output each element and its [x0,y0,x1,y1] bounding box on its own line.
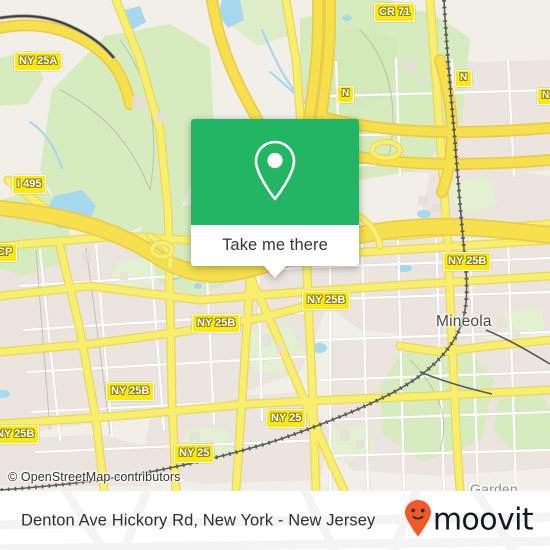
road-shield: N [455,70,473,87]
road-shield: NY 25 [266,409,307,428]
road-shield: NY 25B [106,382,155,401]
road-shield: NY 25B [302,291,351,310]
location-callout-card[interactable]: Take me there [191,119,359,278]
road-shield: NY 25B [0,425,40,444]
place-label: Garden [470,481,518,491]
road-shield: N [537,88,550,105]
road-shield: CR 71 [374,3,416,22]
map-screen: .land{fill:#f2efe9} .resid{fill:#ece4df}… [0,0,550,550]
osm-attribution[interactable]: © OpenStreetMap contributors [8,470,181,484]
place-label: Mineola [436,313,492,330]
callout-tail [264,266,286,278]
road-shield: I 495 [12,175,47,194]
moovit-pin-smiley-icon [403,499,433,542]
take-me-there-label: Take me there [222,236,328,254]
road-shield: NY 25 [174,444,215,463]
road-shield: N [337,86,355,103]
map-pin-icon [249,139,301,206]
moovit-logo[interactable]: moovit [403,499,534,542]
road-shield: CP [0,243,18,262]
footer-address-text: Denton Ave Hickory Rd, New York - New Je… [21,511,376,529]
footer-bar: Denton Ave Hickory Rd, New York - New Je… [0,491,550,550]
road-shield: NY 25B [443,252,492,271]
moovit-wordmark: moovit [432,502,534,538]
road-shield: NY 25B [192,314,241,333]
road-shield: NY 25A [14,52,63,71]
map-canvas[interactable]: .land{fill:#f2efe9} .resid{fill:#ece4df}… [0,0,550,491]
callout-pin-area [191,119,359,225]
take-me-there-button[interactable]: Take me there [191,225,359,266]
